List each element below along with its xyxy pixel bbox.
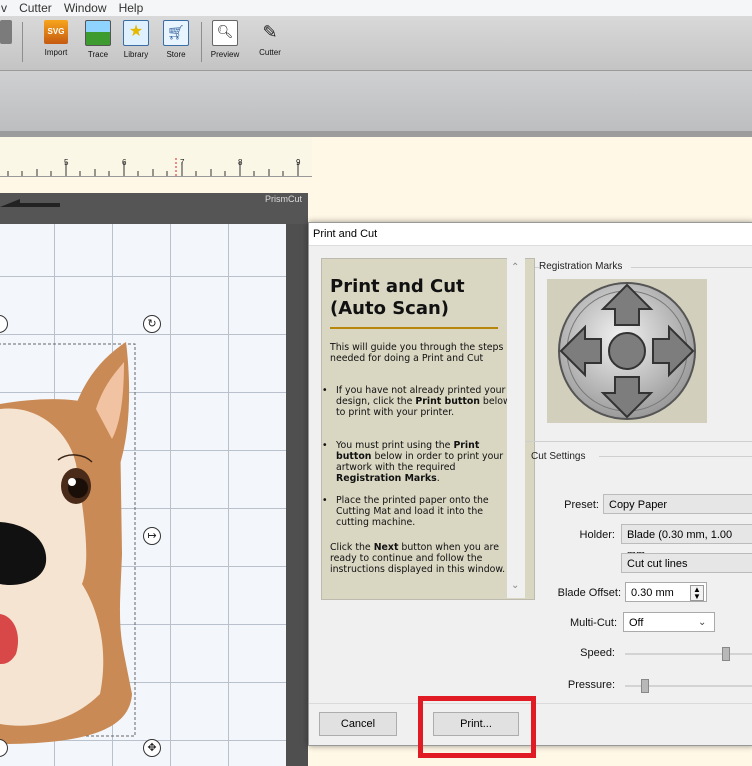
trace-icon — [85, 20, 111, 46]
group-border — [535, 267, 539, 268]
print-button-highlight — [418, 696, 536, 758]
horizontal-ruler: 5 6 7 8 9 — [0, 158, 312, 177]
move-handle[interactable]: ✥ — [143, 739, 161, 757]
group-border — [525, 441, 752, 442]
preview-button[interactable]: 🔍︎ Preview — [205, 20, 245, 59]
holder-label: Holder: — [579, 529, 615, 541]
pressure-label: Pressure: — [567, 679, 615, 691]
svg-import-icon: SVG — [44, 20, 68, 44]
cancel-button[interactable]: Cancel — [319, 712, 397, 736]
rotate-handle[interactable]: ↻ — [143, 315, 161, 333]
mat-arrow — [0, 199, 60, 207]
ruler-label: 7 — [180, 158, 185, 167]
workspace-top — [0, 137, 312, 158]
speed-label: Speed: — [580, 647, 615, 659]
resize-handle-right[interactable]: ↦ — [143, 527, 161, 545]
panel-band — [0, 71, 752, 137]
multi-cut-dropdown[interactable]: Off ⌄ — [623, 612, 715, 632]
speed-slider-thumb[interactable] — [721, 647, 730, 661]
print-and-cut-dialog: Print and Cut Print and Cut (Auto Scan) … — [308, 222, 752, 746]
instructions-panel: Print and Cut (Auto Scan) This will guid… — [321, 258, 535, 600]
cut-settings-group-label: Cut Settings — [531, 451, 586, 462]
toolbar: SVG Import Trace ★ Library 🛒︎ Store 🔍︎ P… — [0, 16, 752, 71]
ruler-label: 8 — [238, 158, 243, 167]
mat-side-ruler — [286, 224, 308, 766]
ruler-label: 9 — [296, 158, 301, 167]
scroll-down-icon[interactable]: ⌄ — [511, 580, 519, 591]
blade-offset-spinbox[interactable]: 0.30 mm ▲ ▼ — [625, 582, 707, 602]
spinner-arrows-icon[interactable]: ▲ ▼ — [690, 585, 704, 601]
instructions-bullet-3: • Place the printed paper onto the Cuttin… — [322, 495, 489, 528]
menu-item-cutter[interactable]: Cutter — [19, 0, 52, 16]
registration-marks-image — [547, 279, 707, 423]
multi-cut-label: Multi-Cut: — [569, 617, 617, 629]
pressure-slider-thumb[interactable] — [641, 679, 650, 693]
trace-button[interactable]: Trace — [78, 20, 118, 59]
dialog-title: Print and Cut — [313, 228, 378, 240]
menu-item-help[interactable]: Help — [119, 0, 144, 16]
preset-dropdown[interactable]: Copy Paper — [603, 494, 752, 514]
arrow-pad-icon — [558, 282, 696, 420]
ruler-label: 5 — [64, 158, 69, 167]
partial-toolbar-button[interactable] — [0, 20, 12, 48]
group-border — [631, 267, 752, 268]
shopping-cart-icon: 🛒︎ — [163, 20, 189, 46]
instructions-scrollbar[interactable]: ⌃ ⌄ — [507, 258, 525, 598]
star-library-icon: ★ — [123, 20, 149, 46]
import-button[interactable]: SVG Import — [36, 20, 76, 57]
cutting-mat[interactable]: PrismCut ↻ ↦ ✥ — [0, 193, 308, 766]
instructions-intro: This will guide you through the steps ne… — [330, 342, 504, 364]
chevron-down-icon: ⌄ — [698, 617, 707, 628]
library-button[interactable]: ★ Library — [116, 20, 156, 59]
toolbar-separator — [201, 22, 202, 62]
menu-item-window[interactable]: Window — [64, 0, 107, 16]
menu-item-view[interactable]: v — [1, 0, 7, 16]
cut-lines-dropdown[interactable]: Cut cut lines — [621, 553, 752, 573]
dialog-titlebar[interactable]: Print and Cut — [309, 223, 752, 246]
ruler-ticks — [7, 158, 299, 176]
store-button[interactable]: 🛒︎ Store — [156, 20, 196, 59]
blade-cutter-icon: ✎ — [262, 22, 278, 42]
mat-brand-label: PrismCut — [264, 194, 302, 204]
ruler-label: 6 — [122, 158, 127, 167]
dog-artwork[interactable] — [0, 224, 286, 766]
magnifier-preview-icon: 🔍︎ — [212, 20, 238, 46]
instructions-bullet-1: • If you have not already printed your de… — [322, 385, 511, 418]
cutter-button[interactable]: ✎ Cutter — [250, 20, 290, 57]
scroll-up-icon[interactable]: ⌃ — [511, 262, 519, 273]
holder-dropdown[interactable]: Blade (0.30 mm, 1.00 mm — [621, 524, 752, 561]
instructions-heading: Print and Cut (Auto Scan) — [330, 276, 465, 319]
speed-slider-track[interactable] — [625, 653, 752, 655]
group-border — [599, 456, 752, 457]
instructions-outro: Click the Next button when you are ready… — [330, 542, 506, 575]
menu-bar: v Cutter Window Help — [0, 0, 752, 16]
instructions-bullet-2: • You must print using the Print button b… — [322, 440, 504, 484]
preset-label: Preset: — [564, 499, 599, 511]
blade-offset-label: Blade Offset: — [557, 587, 621, 599]
heading-underline — [330, 327, 498, 329]
toolbar-separator — [22, 22, 23, 62]
registration-marks-group-label: Registration Marks — [539, 261, 623, 272]
